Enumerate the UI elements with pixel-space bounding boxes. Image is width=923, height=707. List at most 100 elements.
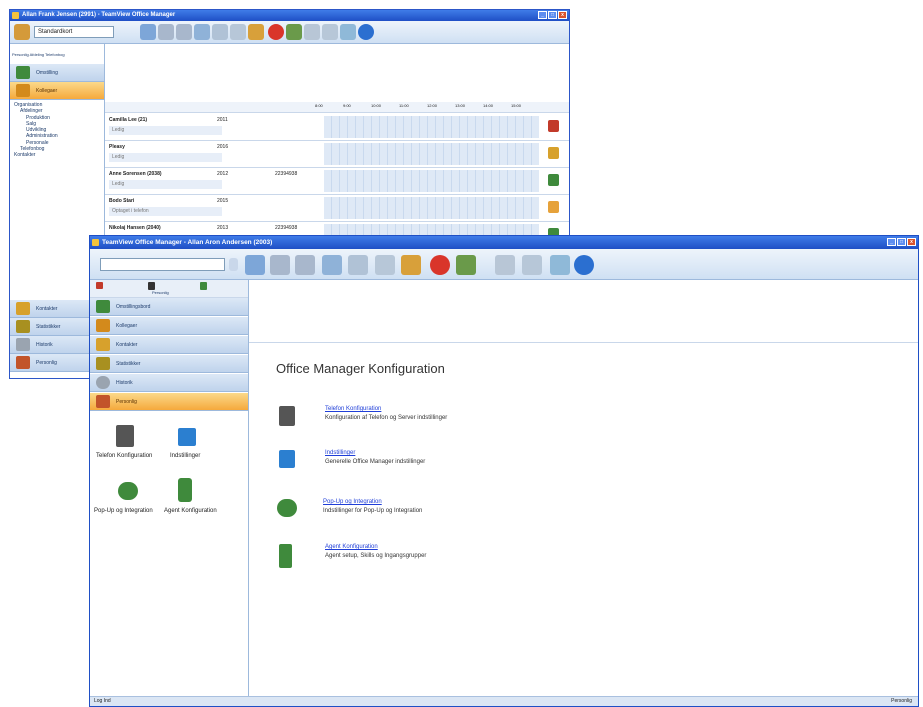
call-icon[interactable] [270,255,290,275]
colleague-status: Optaget i telefon [109,207,222,216]
colleague-phone[interactable]: 2012 [217,171,228,177]
nav-label: Historik [116,380,133,386]
calendar-icon[interactable] [322,24,338,40]
close-button[interactable]: x [558,11,567,19]
front-window: TeamView Office Manager - Allan Aron And… [89,235,919,707]
nav-kontakter[interactable]: Kontakter [90,336,248,354]
timeline-grid [324,116,539,138]
icon-tile-indstillinger[interactable] [178,428,196,446]
telefon-config-link[interactable]: Telefon Konfiguration [325,406,381,412]
colleague-mobile[interactable]: 22394938 [275,225,297,231]
book-icon[interactable] [304,24,320,40]
front-title-bar: TeamView Office Manager - Allan Aron And… [90,236,918,249]
dnd-icon[interactable] [268,24,284,40]
back-window-title: Allan Frank Jensen (2991) - TeamView Off… [22,12,176,18]
timeline-label: 9:00 [343,103,351,108]
colleague-phone[interactable]: 2016 [217,144,228,150]
colleague-name: Pleasy [109,144,125,150]
colleague-row[interactable]: Anne Sorensen (2038) Ledig 2012 22394938 [105,168,569,195]
maximize-button[interactable]: □ [897,238,906,246]
calendar-icon[interactable] [522,255,542,275]
nav-label: Kollegaer [36,88,58,94]
tools-icon[interactable] [550,255,570,275]
colleague-name: Anne Sorensen (2038) [109,171,162,177]
icon-tile-telefon[interactable] [116,425,134,447]
contacts-icon [96,338,110,351]
front-toolbar [90,249,918,280]
search-icon[interactable] [245,255,265,275]
group-icon[interactable] [401,255,421,275]
agent-icon [279,544,292,568]
nav-label: Historik [36,342,53,348]
personal-small-icon[interactable] [96,282,103,289]
phonebook-small-icon[interactable] [200,282,207,290]
nav-omstilling[interactable]: Omstilling [10,64,104,82]
help-icon[interactable] [358,24,374,40]
department-small-icon[interactable] [148,282,155,290]
user-status-icon[interactable] [286,24,302,40]
nav-omstillingsbord[interactable]: Omstillingsbord [90,298,248,316]
main-top-panel [249,280,918,343]
colleague-row[interactable]: Camilla Lee (21) Ledig 2011 [105,114,569,141]
nav-kollegaer[interactable]: Kollegaer [10,82,104,100]
transfer-icon[interactable] [295,255,315,275]
colleague-mobile[interactable]: 22394938 [275,171,297,177]
icon-tile-agent[interactable] [178,478,192,502]
config-description: Generelle Office Manager indstillinger [325,459,426,465]
close-button[interactable]: x [907,238,916,246]
timeline-label: 15:00 [511,103,522,108]
timeline-label: 10:00 [371,103,382,108]
tools-icon[interactable] [340,24,356,40]
indstillinger-link[interactable]: Indstillinger [325,450,355,456]
tree-item[interactable]: Kontakter [14,152,58,158]
front-nav: Personlig Omstillingsbord Kollegaer Kont… [90,280,249,696]
back-view-dropdown[interactable]: Standardkort [34,26,114,38]
user-status-icon[interactable] [456,255,476,275]
dnd-icon[interactable] [430,255,450,275]
group-icon[interactable] [248,24,264,40]
popup-integration-link[interactable]: Pop-Up og Integration [323,499,382,505]
hold-icon[interactable] [322,255,342,275]
front-search-field[interactable] [100,258,225,271]
config-description: Agent setup, Skills og Ingangsgrupper [325,553,427,559]
search-icon[interactable] [140,24,156,40]
help-icon[interactable] [574,255,594,275]
nav-kollegaer[interactable]: Kollegaer [90,317,248,335]
hold-icon[interactable] [194,24,210,40]
status-icon [548,147,559,159]
timeline-grid [324,143,539,165]
icon-tile-popup[interactable] [118,482,138,500]
person-icon [16,320,30,333]
minimize-button[interactable]: _ [538,11,547,19]
config-description: Indstillinger for Pop-Up og Integration [323,508,423,514]
phone-config-icon [279,406,295,426]
call-icon[interactable] [158,24,174,40]
dropdown-arrow-icon[interactable] [229,258,238,271]
nav-personlig[interactable]: Personlig [90,393,248,411]
nav-statistikker[interactable]: Statistikker [90,355,248,373]
status-right: Personlig [891,698,912,704]
personal-icon[interactable] [14,24,30,40]
colleague-row[interactable]: Pleasy Ledig 2016 [105,141,569,168]
nav-label: Kollegaer [116,323,138,329]
hangup-icon[interactable] [212,24,228,40]
book-icon[interactable] [495,255,515,275]
colleague-phone[interactable]: 2015 [217,198,228,204]
conference-icon[interactable] [230,24,246,40]
hangup-icon[interactable] [348,255,368,275]
icon-tile-label: Telefon Konfiguration [96,453,153,459]
minimize-button[interactable]: _ [887,238,896,246]
user-icon [16,356,30,369]
colleague-row[interactable]: Bodo Stari Optaget i telefon 2015 [105,195,569,222]
back-title-bar: Allan Frank Jensen (2991) - TeamView Off… [10,10,569,21]
user-icon [96,395,110,408]
conference-icon[interactable] [375,255,395,275]
nav-historik[interactable]: Historik [90,374,248,392]
colleague-phone[interactable]: 2011 [217,117,228,123]
agent-config-link[interactable]: Agent Konfiguration [325,544,378,550]
globe-icon [96,300,110,313]
transfer-icon[interactable] [176,24,192,40]
maximize-button[interactable]: □ [548,11,557,19]
colleague-phone[interactable]: 2013 [217,225,228,231]
colleague-name: Nikolaj Hansen (2040) [109,225,161,231]
